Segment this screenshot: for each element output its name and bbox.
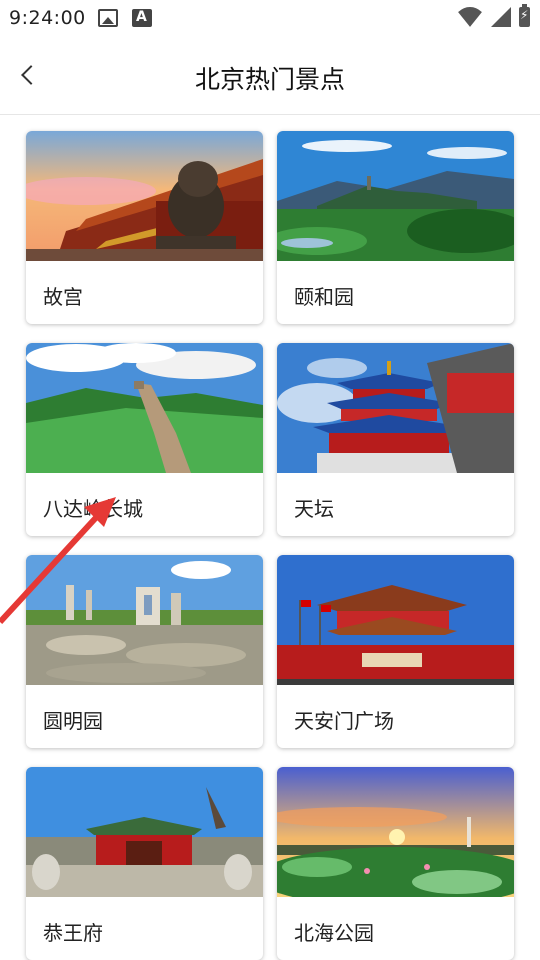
attraction-image-yiheyuan: [277, 131, 514, 261]
attraction-image-badaling: [26, 343, 263, 473]
attraction-card-gongwangfu[interactable]: 恭王府: [26, 767, 263, 960]
wifi-icon: [457, 7, 483, 27]
battery-charging-icon: ⚡: [519, 4, 530, 27]
font-notification-icon: A: [132, 9, 152, 27]
attraction-image-tiananmen: [277, 555, 514, 685]
cellular-signal-icon: [491, 7, 511, 27]
attraction-name: 圆明园: [43, 709, 103, 733]
attraction-name: 天坛: [294, 497, 334, 521]
attraction-image-gugong: [26, 131, 263, 261]
attraction-image-yuanmingyuan: [26, 555, 263, 685]
attraction-name: 天安门广场: [294, 709, 394, 733]
attraction-card-tiantan[interactable]: 天坛: [277, 343, 514, 536]
image-notification-icon: [98, 9, 118, 27]
attraction-name: 北海公园: [294, 921, 374, 945]
attraction-card-gugong[interactable]: 故宫: [26, 131, 263, 324]
status-bar: 9:24:00 A ⚡: [0, 0, 540, 36]
app-header: 北京热门景点: [0, 36, 540, 115]
attraction-card-yuanmingyuan[interactable]: 圆明园: [26, 555, 263, 748]
attraction-name: 故宫: [43, 285, 83, 309]
attraction-name: 恭王府: [43, 921, 103, 945]
attraction-image-beihai: [277, 767, 514, 897]
status-time: 9:24:00: [9, 7, 86, 29]
attraction-name: 颐和园: [294, 285, 354, 309]
attraction-image-gongwangfu: [26, 767, 263, 897]
attraction-card-beihai[interactable]: 北海公园: [277, 767, 514, 960]
page-title: 北京热门景点: [194, 65, 345, 94]
attraction-image-tiantan: [277, 343, 514, 473]
attraction-name: 八达岭长城: [43, 497, 143, 521]
attraction-card-tiananmen[interactable]: 天安门广场: [277, 555, 514, 748]
attraction-card-yiheyuan[interactable]: 颐和园: [277, 131, 514, 324]
attraction-card-badaling[interactable]: 八达岭长城: [26, 343, 263, 536]
